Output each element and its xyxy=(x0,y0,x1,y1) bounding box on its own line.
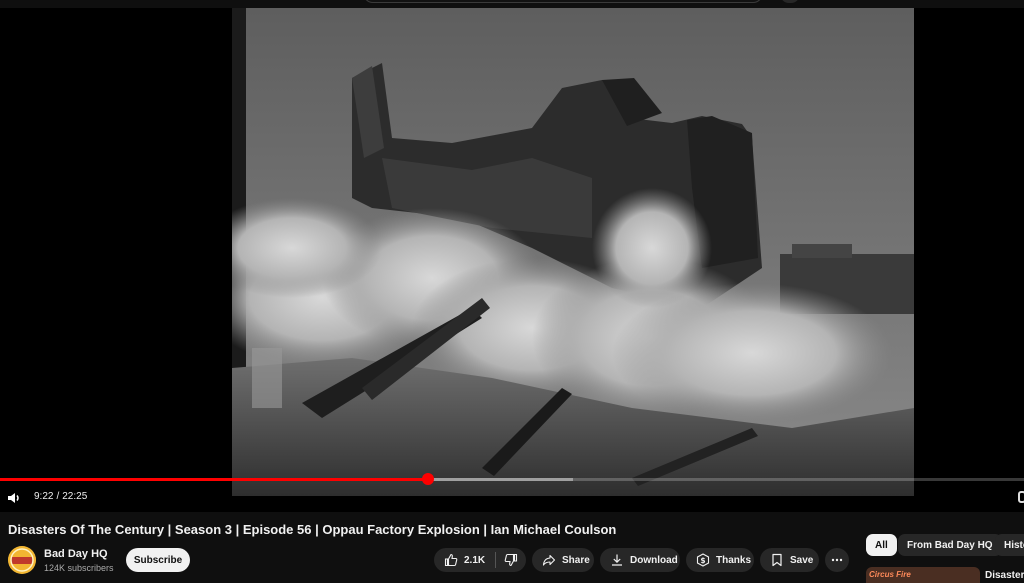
share-label: Share xyxy=(562,554,590,566)
thanks-dollar-icon: $ xyxy=(696,553,710,567)
video-frame[interactable] xyxy=(232,8,914,496)
video-frame-image xyxy=(232,8,914,496)
download-icon xyxy=(612,554,622,566)
search-bar[interactable] xyxy=(363,0,763,3)
channel-name[interactable]: Bad Day HQ xyxy=(44,548,108,560)
time-display: 9:22/22:25 xyxy=(34,491,87,502)
video-player[interactable]: 9:22/22:25 xyxy=(0,8,1024,512)
dislike-button[interactable] xyxy=(496,548,526,572)
recommendation-thumb-text: Circus Fire xyxy=(869,570,911,579)
voice-search-button[interactable] xyxy=(780,0,800,3)
subscriber-count: 124K subscribers xyxy=(44,563,114,573)
thumbs-down-icon xyxy=(504,553,518,567)
thanks-label: Thanks xyxy=(716,554,752,566)
channel-logo-icon xyxy=(8,546,36,574)
download-button[interactable]: Download xyxy=(600,548,680,572)
progress-scrubber-handle[interactable] xyxy=(422,473,435,485)
recommendation-thumbnail[interactable]: Circus Fire xyxy=(866,567,980,583)
svg-text:$: $ xyxy=(700,556,705,565)
save-button[interactable]: Save xyxy=(760,548,819,572)
progress-bar[interactable] xyxy=(0,473,1024,485)
like-button[interactable]: 2.1K xyxy=(434,548,495,572)
channel-avatar[interactable] xyxy=(8,546,36,574)
time-separator: / xyxy=(56,491,60,502)
progress-played xyxy=(0,478,429,481)
save-bookmark-icon xyxy=(772,553,782,567)
share-button[interactable]: Share xyxy=(532,548,594,572)
recommendation-title[interactable]: Disasters xyxy=(985,570,1024,581)
miniplayer-toggle[interactable] xyxy=(1018,491,1024,503)
save-label: Save xyxy=(790,554,814,566)
volume-icon[interactable] xyxy=(6,490,22,506)
download-label: Download xyxy=(630,554,678,566)
current-time: 9:22 xyxy=(34,491,54,502)
subscribe-button[interactable]: Subscribe xyxy=(126,548,190,572)
chip-all[interactable]: All xyxy=(866,534,897,556)
like-count: 2.1K xyxy=(464,554,486,566)
chip-history[interactable]: History xyxy=(995,534,1024,556)
more-horizontal-icon xyxy=(831,558,843,562)
chip-from-channel[interactable]: From Bad Day HQ xyxy=(898,534,1002,556)
player-controls: 9:22/22:25 xyxy=(0,486,1024,510)
share-arrow-icon xyxy=(542,554,556,566)
more-actions-button[interactable] xyxy=(825,548,849,572)
duration: 22:25 xyxy=(62,491,88,502)
video-title: Disasters Of The Century | Season 3 | Ep… xyxy=(8,522,617,537)
like-dislike-group: 2.1K xyxy=(434,548,526,572)
thumbs-up-icon xyxy=(444,553,458,567)
thanks-button[interactable]: $ Thanks xyxy=(686,548,754,572)
